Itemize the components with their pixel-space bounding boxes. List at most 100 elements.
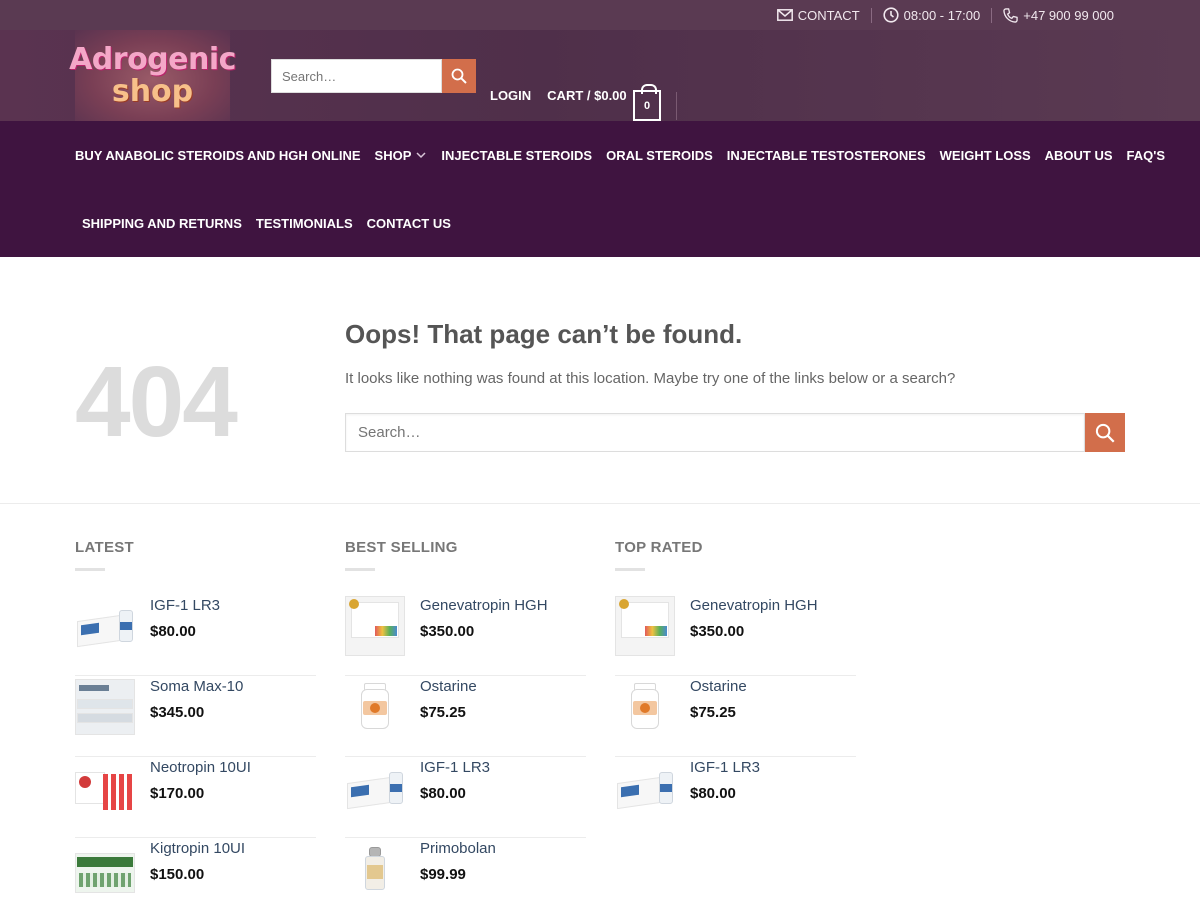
title-underline [75, 568, 105, 571]
product-info: Primobolan $99.99 [420, 839, 496, 900]
product-item[interactable]: Primobolan $99.99 [345, 839, 586, 900]
product-price: $345.00 [150, 704, 205, 721]
nav-item-oral-steroids[interactable]: ORAL STEROIDS [606, 148, 713, 163]
divider [676, 92, 677, 120]
title-underline [615, 568, 645, 571]
product-name[interactable]: Soma Max-10 [150, 678, 243, 695]
product-name[interactable]: Primobolan [420, 840, 496, 857]
site-logo[interactable]: Adrogenic shop [69, 30, 236, 121]
product-thumbnail[interactable] [75, 677, 135, 737]
cart-link[interactable]: CART / $0.00 [547, 88, 626, 103]
product-item[interactable]: Neotropin 10UI $170.00 [75, 758, 316, 838]
nav-item-faqs[interactable]: FAQ'S [1127, 148, 1166, 163]
product-name[interactable]: IGF-1 LR3 [690, 759, 760, 776]
product-name[interactable]: IGF-1 LR3 [420, 759, 490, 776]
product-info: Ostarine $75.25 [420, 677, 477, 756]
product-info: IGF-1 LR3 $80.00 [690, 758, 760, 838]
hours-info: 08:00 - 17:00 [872, 7, 992, 23]
page-search-button[interactable] [1085, 413, 1125, 452]
chevron-down-icon [416, 152, 426, 159]
nav-item-injectable-steroids[interactable]: INJECTABLE STEROIDS [441, 148, 592, 163]
product-price: $75.25 [690, 704, 736, 721]
product-thumbnail[interactable] [345, 839, 405, 899]
error-code: 404 [75, 346, 238, 458]
cart-count-badge[interactable]: 0 [633, 84, 661, 121]
product-thumbnail[interactable] [345, 758, 405, 818]
product-item[interactable]: Ostarine $75.25 [615, 677, 856, 757]
product-price: $350.00 [690, 623, 745, 640]
product-thumbnail[interactable] [615, 758, 675, 818]
main-nav: BUY ANABOLIC STEROIDS AND HGH ONLINE SHO… [0, 121, 1200, 257]
product-name[interactable]: Ostarine [420, 678, 477, 695]
nav-row-2: SHIPPING AND RETURNS TESTIMONIALS CONTAC… [75, 189, 1200, 257]
product-item[interactable]: Kigtropin 10UI $150.00 [75, 839, 316, 900]
product-name[interactable]: Ostarine [690, 678, 747, 695]
product-name[interactable]: Genevatropin HGH [690, 597, 818, 614]
product-price: $99.99 [420, 866, 466, 883]
product-item[interactable]: IGF-1 LR3 $80.00 [75, 596, 316, 676]
product-widgets: LATEST IGF-1 LR3 $80.00 Soma Max-10 $345.00 N… [0, 504, 1200, 900]
product-info: Ostarine $75.25 [690, 677, 747, 756]
product-item[interactable]: Ostarine $75.25 [345, 677, 586, 757]
product-price: $170.00 [150, 785, 205, 802]
error-message: It looks like nothing was found at this … [345, 370, 956, 387]
product-price: $75.25 [420, 704, 466, 721]
widget-latest: LATEST IGF-1 LR3 $80.00 Soma Max-10 $345.00 N… [75, 539, 316, 900]
product-price: $80.00 [150, 623, 196, 640]
nav-item-contact-us[interactable]: CONTACT US [367, 216, 451, 231]
logo-line1: Adrogenic [69, 41, 236, 77]
product-thumbnail[interactable] [615, 596, 675, 656]
phone-link[interactable]: +47 900 99 000 [992, 8, 1125, 23]
envelope-icon [776, 9, 793, 21]
header-search-button[interactable] [442, 59, 476, 93]
product-thumbnail[interactable] [75, 839, 135, 899]
product-price: $150.00 [150, 866, 205, 883]
product-name[interactable]: Neotropin 10UI [150, 759, 251, 776]
product-thumbnail[interactable] [615, 677, 675, 737]
product-price: $350.00 [420, 623, 475, 640]
widget-top-rated: TOP RATED Genevatropin HGH $350.00 Ostarine… [615, 539, 856, 839]
product-name[interactable]: Kigtropin 10UI [150, 840, 245, 857]
product-item[interactable]: Genevatropin HGH $350.00 [615, 596, 856, 676]
product-thumbnail[interactable] [345, 677, 405, 737]
product-price: $80.00 [420, 785, 466, 802]
product-info: Neotropin 10UI $170.00 [150, 758, 251, 837]
logo-line2: shop [111, 73, 194, 109]
title-underline [345, 568, 375, 571]
page-search-input[interactable] [345, 413, 1085, 452]
login-link[interactable]: LOGIN [490, 88, 531, 103]
error-section: 404 Oops! That page can’t be found. It l… [0, 257, 1200, 504]
page-search [345, 413, 1125, 452]
product-item[interactable]: IGF-1 LR3 $80.00 [345, 758, 586, 838]
product-name[interactable]: Genevatropin HGH [420, 597, 548, 614]
nav-row-1: BUY ANABOLIC STEROIDS AND HGH ONLINE SHO… [75, 121, 1200, 189]
contact-link[interactable]: CONTACT [766, 8, 871, 23]
product-item[interactable]: IGF-1 LR3 $80.00 [615, 758, 856, 838]
product-item[interactable]: Genevatropin HGH $350.00 [345, 596, 586, 676]
widget-title: TOP RATED [615, 539, 703, 556]
nav-item-shop-label: SHOP [374, 147, 412, 163]
product-price: $80.00 [690, 785, 736, 802]
nav-item-shop[interactable]: SHOP [375, 148, 428, 163]
product-info: IGF-1 LR3 $80.00 [150, 596, 220, 675]
widget-title: LATEST [75, 539, 135, 556]
product-thumbnail[interactable] [75, 596, 135, 656]
product-thumbnail[interactable] [75, 758, 135, 818]
product-thumbnail[interactable] [345, 596, 405, 656]
header-search-input[interactable] [271, 59, 442, 93]
nav-item-shipping[interactable]: SHIPPING AND RETURNS [82, 216, 242, 231]
hours-label: 08:00 - 17:00 [903, 7, 981, 23]
product-info: Kigtropin 10UI $150.00 [150, 839, 245, 900]
product-item[interactable]: Soma Max-10 $345.00 [75, 677, 316, 757]
product-name[interactable]: IGF-1 LR3 [150, 597, 220, 614]
nav-item-testimonials[interactable]: TESTIMONIALS [256, 216, 353, 231]
product-info: Soma Max-10 $345.00 [150, 677, 243, 756]
nav-item-buy[interactable]: BUY ANABOLIC STEROIDS AND HGH ONLINE [75, 148, 361, 163]
page-title: Oops! That page can’t be found. [345, 319, 743, 349]
phone-icon [1003, 7, 1018, 23]
nav-item-injectable-testosterones[interactable]: INJECTABLE TESTOSTERONES [727, 148, 926, 163]
nav-item-about-us[interactable]: ABOUT US [1045, 148, 1113, 163]
widget-title: BEST SELLING [345, 539, 458, 556]
nav-item-weight-loss[interactable]: WEIGHT LOSS [940, 148, 1031, 163]
widget-best-selling: BEST SELLING Genevatropin HGH $350.00 Ostar… [345, 539, 586, 900]
